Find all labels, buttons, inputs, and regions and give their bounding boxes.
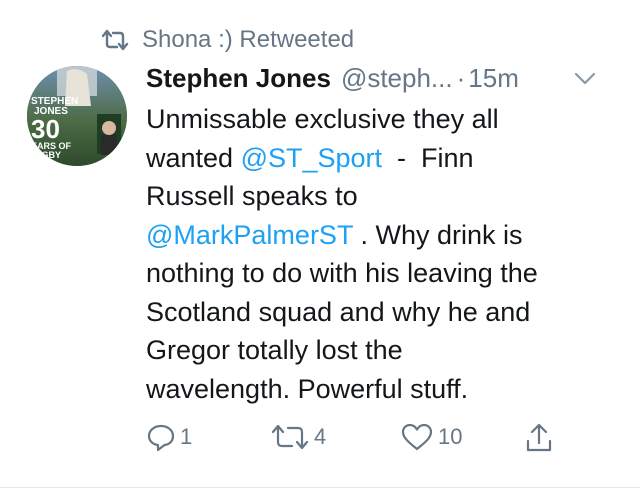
heart-icon: [401, 423, 433, 451]
share-button[interactable]: [524, 422, 554, 454]
share-icon: [526, 423, 552, 452]
tweet-text: Unmissable exclusive they all wanted @ST…: [146, 100, 616, 408]
mention-link[interactable]: @ST_Sport: [241, 143, 382, 173]
tweet-text-segment: wanted: [146, 142, 241, 173]
tweet-text-segment: . Why drink is: [352, 219, 523, 250]
retweet-context: Shona :) Retweeted: [100, 26, 354, 54]
avatar-number: 30: [31, 114, 60, 144]
tweet-line: wavelength. Powerful stuff.: [146, 373, 469, 404]
avatar-image: STEPHEN JONES 30 EARS OF UGBY: [27, 66, 127, 166]
retweet-button[interactable]: 4: [270, 422, 326, 452]
tweet-line: Russell speaks to: [146, 181, 358, 211]
like-button[interactable]: 10: [400, 422, 462, 452]
mention-link[interactable]: @MarkPalmerST: [146, 220, 353, 250]
separator-dot: ·: [456, 62, 466, 93]
tweet-header: Stephen Jones @steph... · 15m: [146, 60, 616, 96]
tweet-line: nothing to do with his leaving the: [146, 258, 538, 288]
like-count: 10: [438, 424, 463, 449]
tweet-line: @MarkPalmerST . Why drink is: [146, 216, 616, 255]
retweet-label[interactable]: Shona :) Retweeted: [142, 26, 354, 54]
chevron-down-icon[interactable]: [572, 68, 598, 88]
reply-count: 1: [180, 424, 193, 449]
avatar[interactable]: STEPHEN JONES 30 EARS OF UGBY: [27, 66, 127, 166]
retweet-count: 4: [314, 424, 327, 449]
author-name[interactable]: Stephen Jones: [146, 63, 331, 94]
tweet-card[interactable]: Shona :) Retweeted STEPHEN JONES 30 EARS…: [0, 0, 640, 488]
avatar-text-4: UGBY: [35, 150, 61, 160]
reply-button[interactable]: 1: [146, 422, 192, 452]
timestamp[interactable]: 15m: [468, 63, 519, 94]
tweet-line: wanted @ST_Sport - Finn: [146, 139, 616, 178]
tweet-actions: 1 4 10: [144, 422, 574, 458]
tweet-text-segment: - Finn: [382, 142, 474, 173]
author-handle[interactable]: @steph...: [341, 63, 453, 94]
tweet-line: Scotland squad and why he and: [146, 296, 531, 327]
retweet-icon: [271, 424, 309, 450]
retweet-icon: [101, 29, 129, 51]
tweet-line: Gregor totally lost the: [146, 335, 403, 365]
tweet-line: Unmissable exclusive they all: [146, 104, 499, 134]
reply-icon: [147, 424, 175, 452]
